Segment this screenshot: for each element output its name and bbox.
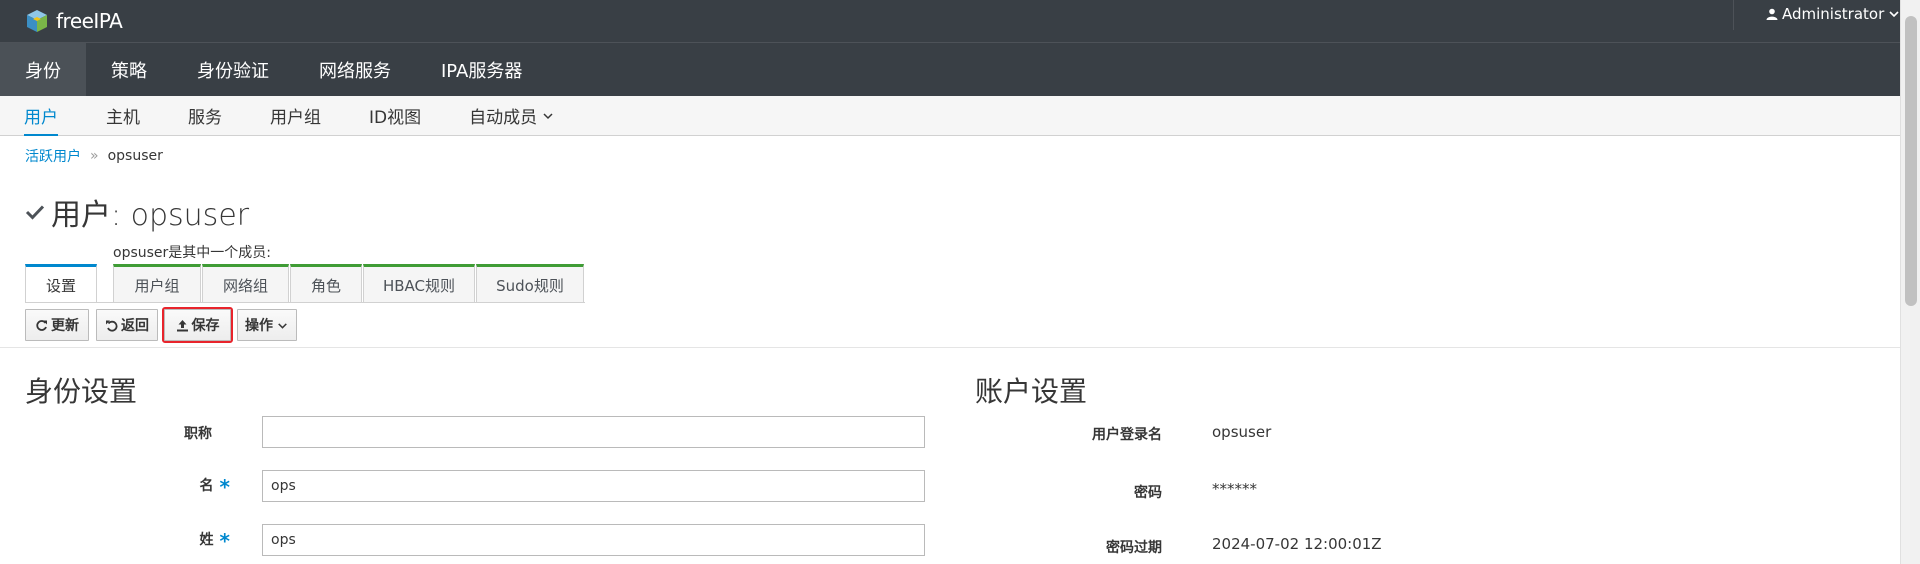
primary-nav-policy[interactable]: 策略	[86, 43, 172, 96]
last-name-input[interactable]	[262, 524, 925, 556]
secondary-nav-id-views[interactable]: ID视图	[345, 96, 445, 135]
secondary-nav: 用户 主机 服务 用户组 ID视图 自动成员	[0, 96, 1900, 136]
tab-member-hbac-rules[interactable]: HBAC规则	[363, 264, 475, 303]
breadcrumb-active-users-link[interactable]: 活跃用户	[25, 146, 81, 166]
required-mark: *	[219, 475, 230, 499]
page-title-text: 用户: opsuser	[51, 198, 250, 233]
secondary-nav-users[interactable]: 用户	[0, 96, 82, 136]
top-bar: freeIPA Administrator	[0, 0, 1900, 42]
password-value: ******	[1212, 480, 1257, 498]
password-expiration-value: 2024-07-02 12:00:01Z	[1212, 535, 1382, 553]
last-name-label: 姓 *	[150, 529, 230, 553]
page-scrollbar[interactable]	[1900, 0, 1920, 564]
account-settings-title: 账户设置	[975, 375, 1088, 408]
tab-baseline	[25, 302, 585, 303]
primary-nav-network-services[interactable]: 网络服务	[294, 43, 416, 96]
undo-icon	[106, 320, 118, 332]
refresh-button-label: 更新	[51, 318, 79, 334]
breadcrumb: 活跃用户 » opsuser	[25, 146, 163, 166]
revert-button[interactable]: 返回	[96, 309, 158, 341]
secondary-nav-user-groups[interactable]: 用户组	[246, 96, 345, 135]
automember-label: 自动成员	[469, 108, 538, 128]
actions-dropdown[interactable]: 操作	[237, 309, 297, 341]
tab-member-netgroups[interactable]: 网络组	[202, 264, 289, 303]
actions-dropdown-label: 操作	[245, 318, 273, 334]
chevron-down-icon	[1889, 11, 1899, 18]
breadcrumb-separator: »	[90, 148, 99, 164]
save-button-label: 保存	[191, 318, 220, 334]
secondary-nav-hosts[interactable]: 主机	[82, 96, 164, 135]
check-icon	[25, 205, 45, 220]
user-icon	[1766, 8, 1778, 20]
page-title: 用户: opsuser	[25, 190, 249, 234]
first-name-label: 名 *	[150, 475, 230, 499]
user-login-label: 用户登录名	[1092, 427, 1162, 443]
first-name-input[interactable]	[262, 470, 925, 502]
identity-settings-title: 身份设置	[25, 375, 138, 408]
chevron-down-icon	[278, 322, 287, 329]
primary-nav-ipa-server[interactable]: IPA服务器	[416, 43, 547, 96]
scrollbar-thumb[interactable]	[1905, 16, 1917, 306]
refresh-button[interactable]: 更新	[25, 309, 89, 341]
primary-nav: 身份 策略 身份验证 网络服务 IPA服务器	[0, 42, 1900, 96]
tab-settings[interactable]: 设置	[25, 264, 97, 303]
upload-icon	[176, 319, 188, 331]
chevron-down-icon	[543, 112, 553, 119]
brand-name: freeIPA	[56, 9, 123, 33]
user-menu-divider	[1733, 0, 1734, 30]
save-button[interactable]: 保存	[162, 307, 233, 343]
content-divider	[0, 347, 1900, 348]
revert-button-label: 返回	[121, 318, 149, 334]
tab-member-roles[interactable]: 角色	[290, 264, 362, 303]
primary-nav-authentication[interactable]: 身份验证	[172, 43, 294, 96]
job-title-input[interactable]	[262, 416, 925, 448]
secondary-nav-services[interactable]: 服务	[164, 96, 246, 135]
member-of-label: opsuser是其中一个成员:	[113, 245, 271, 261]
tab-member-user-groups[interactable]: 用户组	[113, 264, 201, 303]
primary-nav-identity[interactable]: 身份	[0, 43, 86, 96]
breadcrumb-current: opsuser	[107, 148, 163, 164]
required-mark: *	[219, 529, 230, 553]
tab-member-sudo-rules[interactable]: Sudo规则	[476, 264, 584, 303]
job-title-label: 职称	[184, 426, 212, 442]
password-expiration-label: 密码过期	[1106, 540, 1162, 556]
password-label: 密码	[1134, 485, 1162, 501]
first-name-label-text: 名	[199, 478, 214, 494]
user-menu-label: Administrator	[1782, 5, 1885, 23]
freeipa-cube-icon	[27, 10, 47, 32]
last-name-label-text: 姓	[199, 532, 214, 548]
brand-logo[interactable]: freeIPA	[26, 6, 123, 36]
refresh-icon	[36, 319, 47, 331]
user-login-value: opsuser	[1212, 423, 1272, 441]
user-menu[interactable]: Administrator	[1766, 5, 1900, 23]
secondary-nav-automember[interactable]: 自动成员	[445, 96, 578, 135]
